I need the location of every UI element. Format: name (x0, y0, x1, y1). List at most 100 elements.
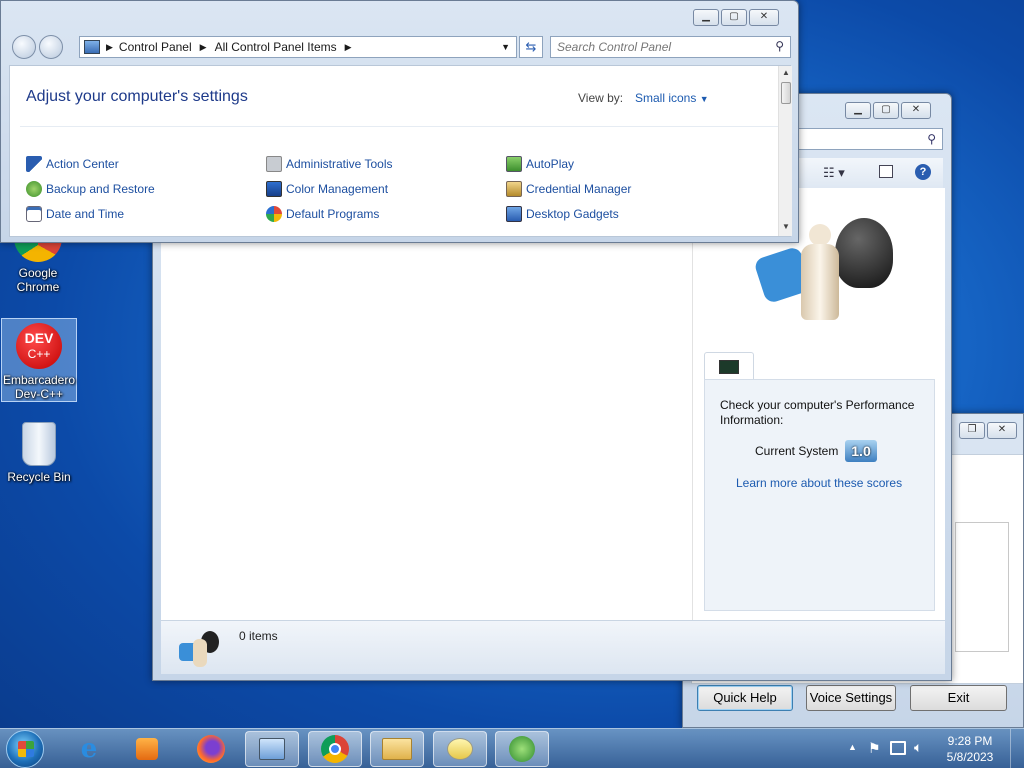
taskbar-firefox-button[interactable] (184, 731, 238, 767)
view-by-value: Small icons (635, 91, 697, 105)
clock-time: 9:28 PM (947, 734, 993, 748)
view-by-dropdown[interactable]: Small icons ▼ (635, 91, 709, 105)
preview-pane-icon[interactable] (879, 165, 893, 178)
cp-item-default-programs[interactable]: Default Programs (266, 206, 379, 222)
volume-icon[interactable]: 🔈︎ (914, 739, 922, 756)
scroll-up-arrow-icon[interactable]: ▲ (782, 68, 790, 77)
action-center-flag-icon[interactable]: ⚑ (868, 740, 881, 757)
firefox-icon (197, 735, 225, 763)
network-icon[interactable] (890, 741, 906, 755)
search-icon[interactable]: ⚲ (927, 132, 936, 146)
gadget-icon (506, 206, 522, 222)
autoplay-icon (506, 156, 522, 172)
show-hidden-icons-icon[interactable]: ▲ (848, 742, 857, 752)
current-system-label: Current System (755, 444, 839, 458)
clock[interactable]: 9:28 PM 5/8/2023 (940, 733, 1000, 765)
breadcrumb-control-panel[interactable]: Control Panel (119, 40, 192, 54)
vertical-scrollbar[interactable]: ▲ ▼ (778, 66, 792, 236)
taskbar-games-button[interactable] (495, 731, 549, 767)
vault-icon (506, 181, 522, 197)
control-panel-icon (84, 40, 100, 54)
search-icon[interactable]: ⚲ (775, 39, 784, 53)
learn-more-link[interactable]: Learn more about these scores (736, 476, 902, 490)
taskbar-speech-button[interactable] (433, 731, 487, 767)
media-player-icon (136, 738, 158, 760)
taskbar-ie-button[interactable]: e (62, 731, 116, 767)
show-desktop-button[interactable] (1010, 729, 1024, 768)
item-count: 0 items (239, 629, 278, 643)
control-panel-window: ▁ ▢ ✕ ▶ Control Panel ▶ All Control Pane… (0, 0, 799, 243)
start-button[interactable] (6, 730, 44, 768)
minimize-button[interactable]: ▁ (693, 9, 719, 26)
taskbar-chrome-button[interactable] (308, 731, 362, 767)
dropdown-arrow-icon: ▼ (699, 94, 709, 104)
forward-button[interactable] (39, 35, 63, 59)
status-games-icon (179, 631, 221, 667)
performance-tab[interactable] (704, 352, 754, 380)
maximize-button[interactable]: ▢ (873, 102, 899, 119)
backup-icon (26, 181, 42, 197)
help-icon[interactable]: ? (915, 164, 931, 180)
breadcrumb-all-items[interactable]: All Control Panel Items (215, 40, 337, 54)
desktop-icon-devcpp[interactable]: DEV C++ Embarcadero Dev-C++ (1, 318, 77, 402)
speech-icon (447, 738, 473, 760)
perf-info-text: Check your computer's Performance Inform… (720, 398, 915, 427)
scrollbar-thumb[interactable] (781, 82, 791, 104)
cp-item-autoplay[interactable]: AutoPlay (506, 156, 574, 172)
minimize-button[interactable]: ▁ (845, 102, 871, 119)
cp-item-desktop-gadgets[interactable]: Desktop Gadgets (506, 206, 619, 222)
taskbar-media-player-button[interactable] (120, 731, 174, 767)
address-dropdown-icon[interactable]: ▼ (501, 42, 510, 52)
clock-icon (26, 206, 42, 222)
close-button[interactable]: ✕ (987, 422, 1017, 439)
view-by-label: View by: (578, 91, 624, 105)
desktop-icon-recycle-bin[interactable]: Recycle Bin (1, 418, 77, 492)
devcpp-icon: DEV C++ (16, 323, 62, 369)
breadcrumb-separator: ▶ (199, 41, 207, 52)
cp-item-backup-and-restore[interactable]: Backup and Restore (26, 181, 155, 197)
address-bar[interactable]: ▶ Control Panel ▶ All Control Panel Item… (79, 36, 517, 58)
taskbar-control-panel-button[interactable] (245, 731, 299, 767)
close-button[interactable]: ✕ (901, 102, 931, 119)
refresh-button[interactable]: ⇆ (519, 36, 543, 58)
close-button[interactable]: ✕ (749, 9, 779, 26)
search-control-panel-input[interactable]: Search Control Panel ⚲ (550, 36, 791, 58)
taskbar-explorer-button[interactable] (370, 731, 424, 767)
cp-item-action-center[interactable]: Action Center (26, 156, 119, 172)
chrome-icon (321, 735, 349, 763)
performance-icon (719, 360, 739, 374)
maximize-button[interactable]: ▢ (721, 9, 747, 26)
cp-item-label: AutoPlay (526, 157, 575, 171)
cp-item-label: Desktop Gadgets (526, 207, 619, 221)
games-search-input[interactable]: ⚲ (793, 128, 943, 150)
performance-panel: Check your computer's Performance Inform… (704, 379, 935, 611)
cp-item-label: Action Center (46, 157, 119, 171)
cp-item-label: Backup and Restore (46, 182, 155, 196)
monitor-icon (266, 181, 282, 197)
right-pane-divider (692, 242, 693, 620)
cp-item-label: Credential Manager (526, 182, 632, 196)
cp-item-administrative-tools[interactable]: Administrative Tools (266, 156, 393, 172)
taskbar: e ▲ ⚑ 🔈︎ 9:28 PM 5/8/2023 (0, 728, 1024, 768)
cp-item-date-and-time[interactable]: Date and Time (26, 206, 124, 222)
quick-help-button[interactable]: Quick Help (697, 685, 793, 711)
cp-item-label: Administrative Tools (286, 157, 393, 171)
breadcrumb-separator: ▶ (344, 41, 352, 52)
control-panel-icon (259, 738, 285, 760)
views-icon[interactable]: ☷ ▾ (823, 165, 845, 181)
back-button[interactable] (12, 35, 36, 59)
internet-explorer-icon: e (80, 734, 98, 764)
exit-button[interactable]: Exit (910, 685, 1007, 711)
desktop-icon-label: Google Chrome (16, 266, 60, 294)
cp-item-color-management[interactable]: Color Management (266, 181, 388, 197)
desktop-icon-label: Recycle Bin (7, 470, 71, 484)
cp-item-label: Color Management (286, 182, 389, 196)
scroll-down-arrow-icon[interactable]: ▼ (782, 222, 790, 231)
voice-settings-button[interactable]: Voice Settings (806, 685, 896, 711)
cp-item-label: Date and Time (46, 207, 125, 221)
restore-button[interactable]: ❐ (959, 422, 985, 439)
games-toolbar: ☷ ▾ ? (793, 158, 943, 188)
status-bar: 0 items (161, 620, 945, 674)
cp-item-credential-manager[interactable]: Credential Manager (506, 181, 631, 197)
tools-icon (266, 156, 282, 172)
